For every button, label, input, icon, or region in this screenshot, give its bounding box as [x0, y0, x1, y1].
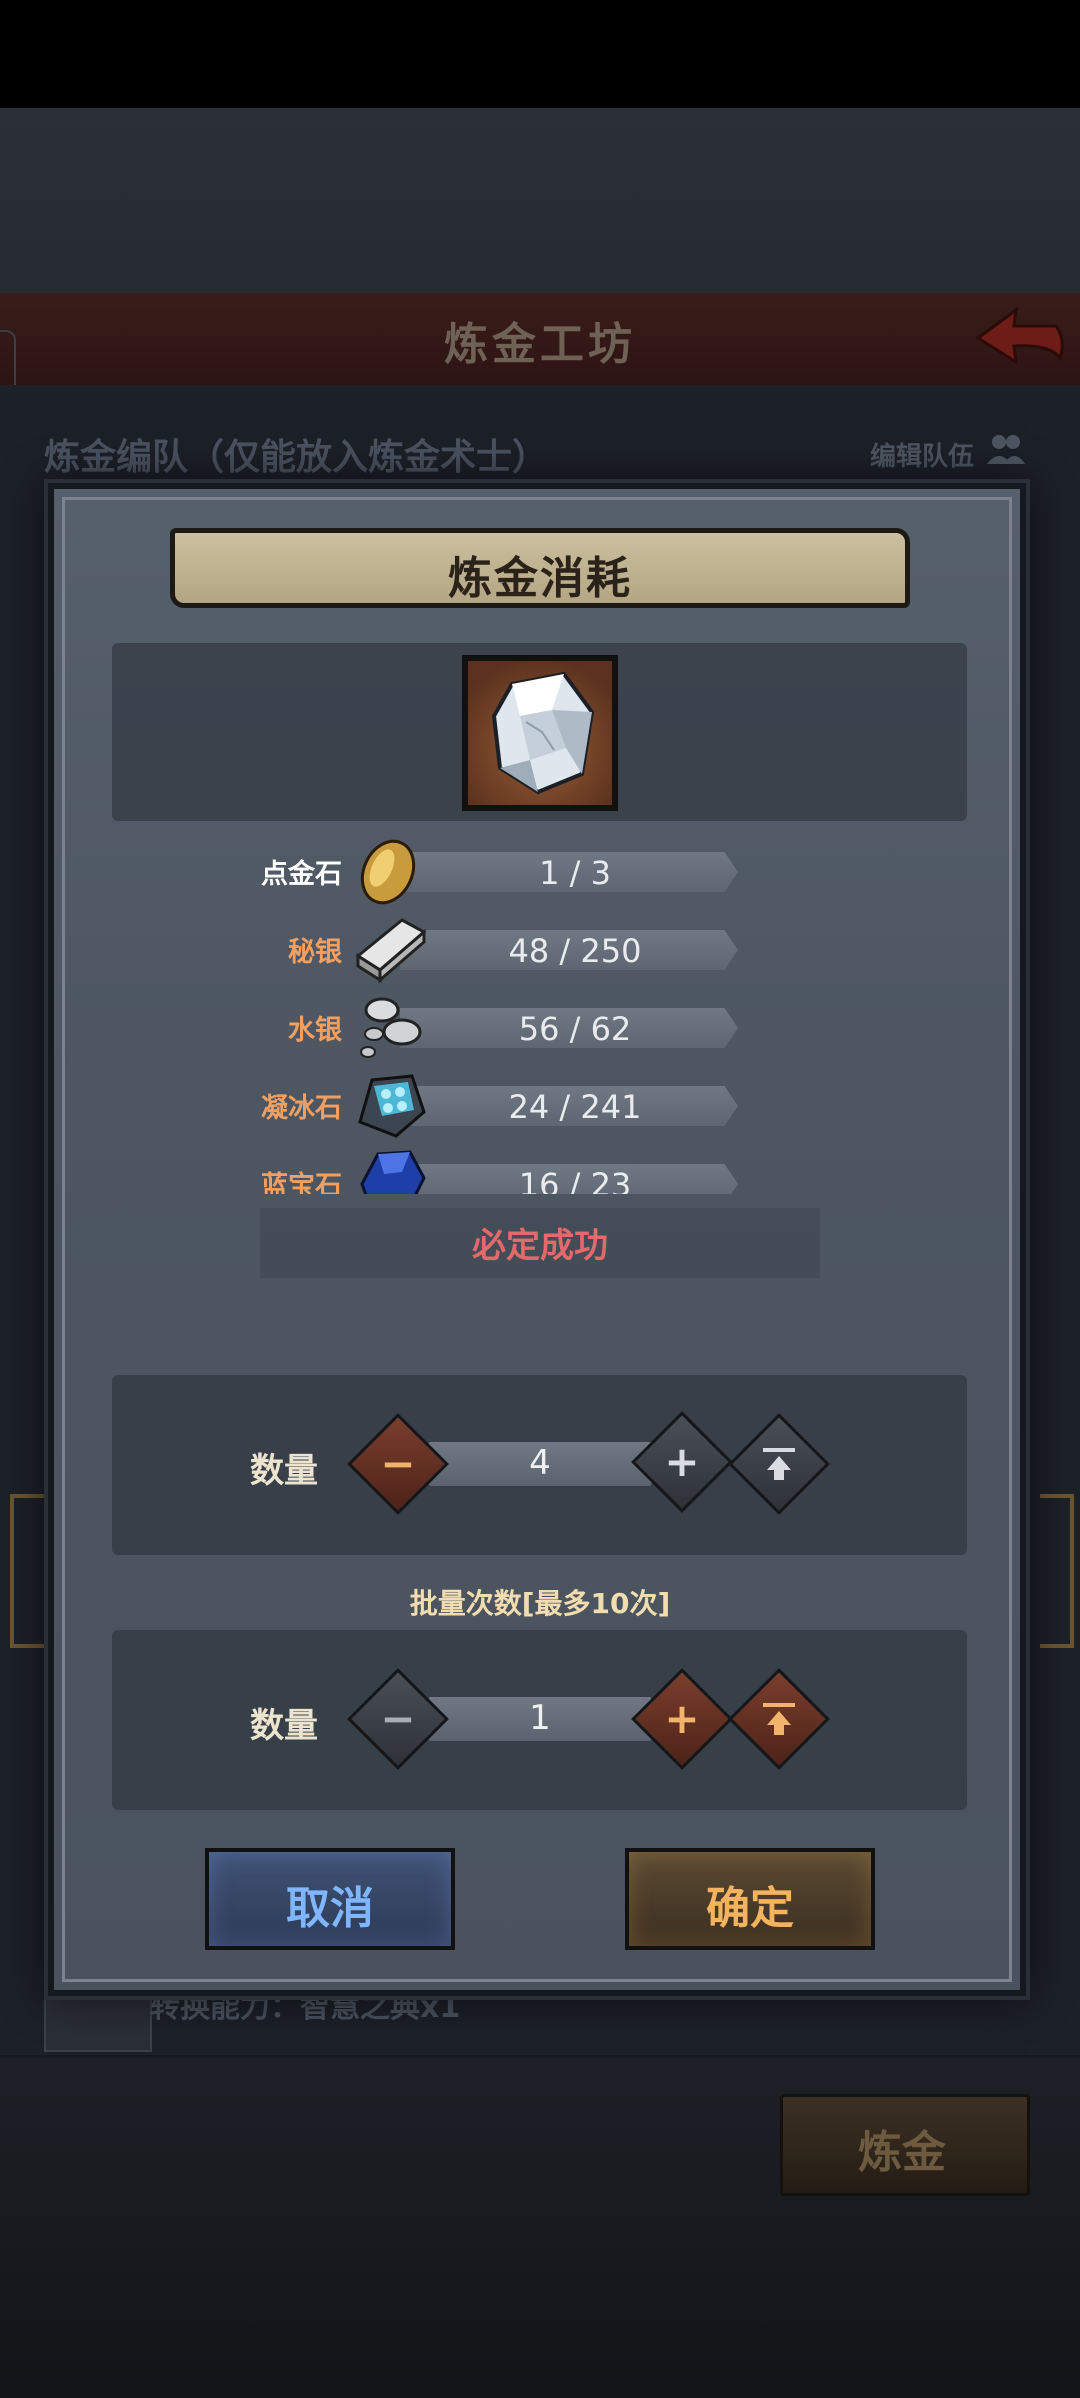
minus-icon: −	[380, 1694, 416, 1743]
material-row: 点金石 1 / 3	[0, 839, 1080, 905]
material-row: 蓝宝石 16 / 23	[0, 1150, 1080, 1194]
back-arrow-icon[interactable]	[970, 300, 1070, 372]
material-count: 48 / 250	[508, 932, 642, 970]
material-row: 水银 56 / 62	[0, 996, 1080, 1058]
silver-ingot-icon	[355, 918, 427, 984]
minus-icon: −	[380, 1439, 416, 1488]
white-crystal-ore-icon	[491, 671, 595, 795]
material-count: 1 / 3	[539, 854, 611, 892]
mercury-droplets-icon	[360, 997, 422, 1058]
material-count: 56 / 62	[518, 1010, 632, 1048]
success-rate-text: 必定成功	[472, 1226, 608, 1266]
material-name: 凝冰石	[261, 1093, 342, 1124]
material-row: 凝冰石 24 / 241	[0, 1074, 1080, 1138]
left-bracket-frame	[10, 1494, 44, 1648]
right-bracket-frame	[1040, 1494, 1074, 1648]
material-name: 蓝宝石	[261, 1171, 342, 1194]
top-backdrop	[0, 108, 1080, 293]
quantity-label: 数量	[250, 1451, 318, 1491]
alchemy-button-label: 炼金	[858, 2127, 946, 2178]
material-row: 秘银 48 / 250	[0, 918, 1080, 984]
quantity-value[interactable]: 4	[420, 1443, 660, 1483]
plus-icon: +	[664, 1437, 700, 1486]
plus-icon: +	[664, 1694, 700, 1743]
team-members-icon[interactable]	[985, 430, 1027, 470]
frost-stone-icon	[358, 1074, 426, 1138]
gold-stone-icon	[360, 839, 416, 905]
status-bar	[0, 0, 1080, 108]
sapphire-icon	[360, 1150, 426, 1194]
material-count: 16 / 23	[518, 1166, 632, 1194]
team-subtitle: 炼金编队（仅能放入炼金术士）	[44, 437, 549, 478]
batch-quantity-value[interactable]: 1	[420, 1698, 660, 1738]
batch-count-label: 批量次数[最多10次]	[409, 1587, 671, 1620]
material-count: 24 / 241	[508, 1088, 642, 1126]
batch-quantity-label: 数量	[250, 1706, 318, 1746]
material-name: 水银	[288, 1015, 342, 1046]
material-name: 点金石	[261, 859, 342, 890]
max-arrow-icon	[763, 1703, 795, 1735]
confirm-button-label: 确定	[706, 1883, 794, 1934]
screen-title: 炼金工坊	[444, 319, 636, 370]
material-name: 秘银	[288, 937, 342, 968]
edit-team-button[interactable]: 编辑队伍	[870, 436, 974, 473]
cancel-button-label: 取消	[286, 1883, 374, 1934]
materials-list[interactable]: 点金石 1 / 3 秘银 48 / 250 水银 56 / 62 凝冰石 24 …	[0, 830, 1080, 1194]
max-arrow-icon	[763, 1448, 795, 1480]
dialog-title: 炼金消耗	[448, 553, 632, 604]
